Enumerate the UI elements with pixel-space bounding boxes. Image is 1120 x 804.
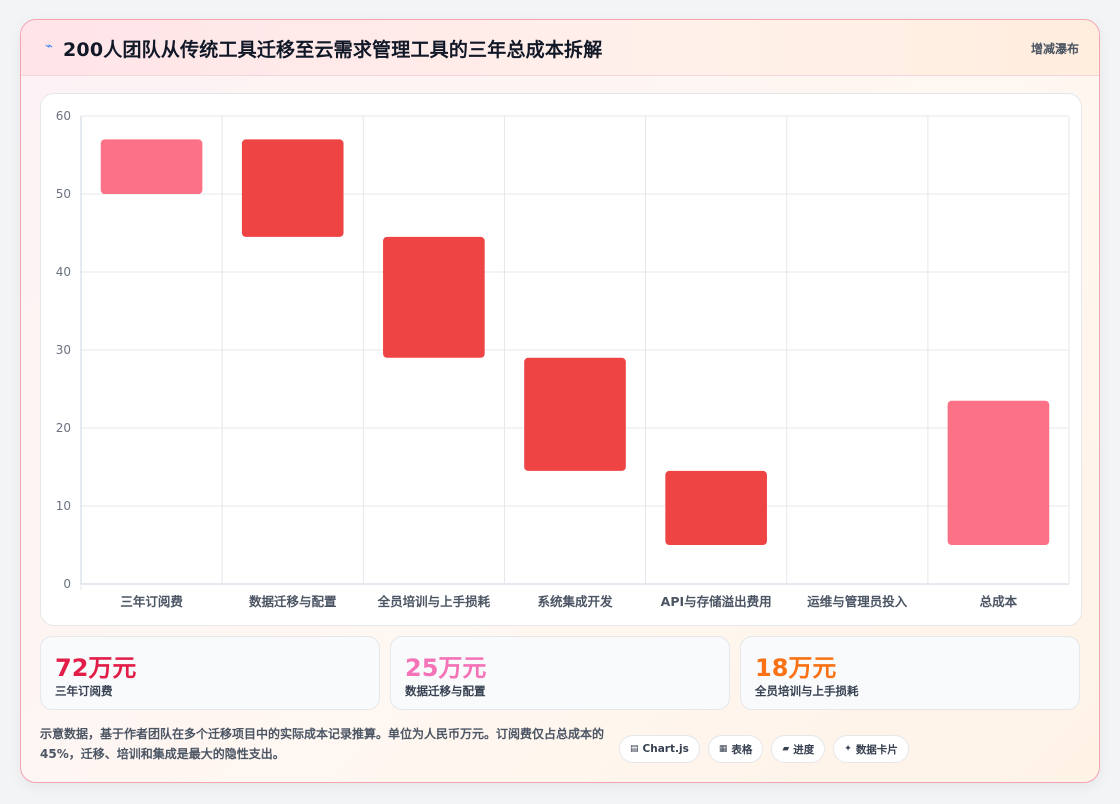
stat-label: 全员培训与上手损耗 [755,684,859,698]
dashboard-card: ⌁ 200人团队从传统工具迁移至云需求管理工具的三年总成本拆解 增减瀑布 0 10… [20,19,1100,783]
waterfall-bar [241,139,344,237]
stat-value: 72万元 [55,654,137,682]
y-tick-label: 0 [63,577,71,591]
waterfall-bar [947,400,1050,545]
stat-label: 三年订阅费 [55,684,113,698]
chip-progress[interactable]: ▰ 进度 [771,735,826,763]
stat-value: 25万元 [405,654,487,682]
waterfall-bar [383,236,485,358]
x-tick-label: 全员培训与上手损耗 [377,594,491,609]
header-bar: ⌁ 200人团队从传统工具迁移至云需求管理工具的三年总成本拆解 增减瀑布 [21,20,1099,76]
y-tick-label: 20 [56,421,71,435]
x-tick-label: 数据迁移与配置 [248,594,337,609]
chip-chartjs[interactable]: ▤ Chart.js [619,735,700,763]
chip-label: 进度 [793,743,815,756]
progress-icon: ▰ [782,744,790,754]
x-tick-label: API与存储溢出费用 [661,594,772,609]
x-tick-label: 三年订阅费 [120,594,183,609]
waterfall-bar [100,139,203,194]
waterfall-chart: 0 10 20 30 40 50 60 三年订阅费 数据迁移与配置 全员培训与上手损耗 系统集成开发… [56,109,1070,609]
stat-label: 数据迁移与配置 [405,684,486,698]
chart-icon: ▤ [630,744,639,754]
sparkle-icon: ✦ [844,744,852,754]
chip-label: 表格 [731,743,753,756]
x-tick-label: 总成本 [980,594,1018,609]
stat-value: 18万元 [755,654,837,682]
chip-table[interactable]: ▦ 表格 [707,735,764,763]
x-tick-label: 运维与管理员投入 [807,594,908,609]
stat-card-migration: 25万元 数据迁移与配置 [390,636,730,710]
footnote: 示意数据，基于作者团队在多个迁移项目中的实际成本记录推算。单位为人民币万元。订阅… [40,727,605,761]
page-title: 200人团队从传统工具迁移至云需求管理工具的三年总成本拆解 [63,39,603,61]
chip-label: 数据卡片 [855,743,898,756]
waterfall-bar [524,357,626,471]
chart-panel: 0 10 20 30 40 50 60 三年订阅费 数据迁移与配置 全员培训与上手损耗 系统集成开发… [40,93,1082,626]
y-tick-label: 50 [56,187,71,201]
chart-type-badge: 增减瀑布 [1030,42,1079,56]
waterfall-bar [665,470,767,545]
x-tick-label: 系统集成开发 [537,594,613,609]
y-tick-label: 30 [56,343,71,357]
y-tick-label: 60 [56,109,71,123]
stat-card-training: 18万元 全员培训与上手损耗 [740,636,1080,710]
chip-label: Chart.js [642,743,689,755]
table-icon: ▦ [718,744,728,754]
y-tick-label: 40 [56,265,71,279]
chart-trend-icon: ⌁ [45,39,53,54]
stat-card-subscription: 72万元 三年订阅费 [40,636,380,710]
chip-row: ▤ Chart.js ▦ 表格 ▰ 进度 ✦ 数据卡片 [619,735,909,763]
chip-data-cards[interactable]: ✦ 数据卡片 [833,735,909,763]
y-tick-label: 10 [56,499,71,513]
